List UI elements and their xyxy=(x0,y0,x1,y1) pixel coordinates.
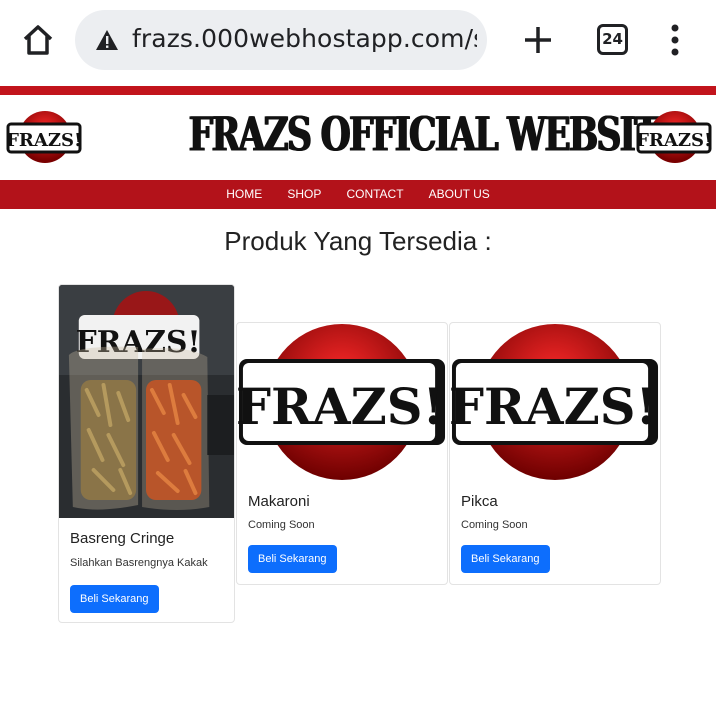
browser-toolbar: frazs.000webhostapp.com/s 24 xyxy=(0,0,716,82)
frazs-logo-left[interactable]: FRAZS! xyxy=(6,110,82,168)
nav-about-us[interactable]: ABOUT US xyxy=(429,180,490,209)
site-title: FRAZS OFFICIAL WEBSITE xyxy=(188,107,685,162)
nav-home[interactable]: HOME xyxy=(226,180,262,209)
product-name: Makaroni xyxy=(248,493,310,510)
product-name: Basreng Cringe xyxy=(70,530,175,547)
product-name: Pikca xyxy=(461,493,498,510)
top-stripe xyxy=(0,86,716,95)
buy-now-button[interactable]: Beli Sekarang xyxy=(248,545,337,573)
product-card-pikca: FRAZS! Pikca Coming Soon Beli Sekarang xyxy=(449,322,661,585)
svg-text:FRAZS!: FRAZS! xyxy=(237,377,444,436)
url-text[interactable]: frazs.000webhostapp.com/s xyxy=(132,24,477,53)
svg-text:FRAZS!: FRAZS! xyxy=(450,377,657,436)
nav-contact[interactable]: CONTACT xyxy=(346,180,403,209)
new-tab-icon[interactable] xyxy=(520,22,556,58)
product-image-pikca: FRAZS! xyxy=(450,324,659,480)
address-bar[interactable]: frazs.000webhostapp.com/s xyxy=(75,10,487,70)
website: FRAZS! FRAZS OFFICIAL WEBSITE FRAZS! HOM… xyxy=(0,82,716,720)
svg-text:FRAZS!: FRAZS! xyxy=(636,130,712,151)
nav-shop[interactable]: SHOP xyxy=(287,180,321,209)
frazs-logo-right[interactable]: FRAZS! xyxy=(636,110,712,168)
product-description: Silahkan Basrengnya Kakak xyxy=(70,557,208,569)
product-image-makaroni: FRAZS! xyxy=(237,324,446,480)
product-card-makaroni: FRAZS! Makaroni Coming Soon Beli Sekaran… xyxy=(236,322,448,585)
product-description: Coming Soon xyxy=(461,519,528,531)
product-description: Coming Soon xyxy=(248,519,315,531)
more-menu-icon[interactable] xyxy=(665,22,685,58)
product-card-basreng: FRAZS! Basreng Cringe Silahkan Basrengny… xyxy=(58,284,235,623)
section-title: Produk Yang Tersedia : xyxy=(224,226,492,256)
main-navbar: HOME SHOP CONTACT ABOUT US xyxy=(0,180,716,209)
warning-icon[interactable] xyxy=(95,29,119,51)
svg-text:FRAZS!: FRAZS! xyxy=(6,130,82,151)
buy-now-button[interactable]: Beli Sekarang xyxy=(70,585,159,613)
home-icon[interactable] xyxy=(20,22,56,58)
buy-now-button[interactable]: Beli Sekarang xyxy=(461,545,550,573)
product-photo-basreng: FRAZS! xyxy=(59,285,234,518)
tab-switcher-button[interactable]: 24 xyxy=(597,24,628,55)
